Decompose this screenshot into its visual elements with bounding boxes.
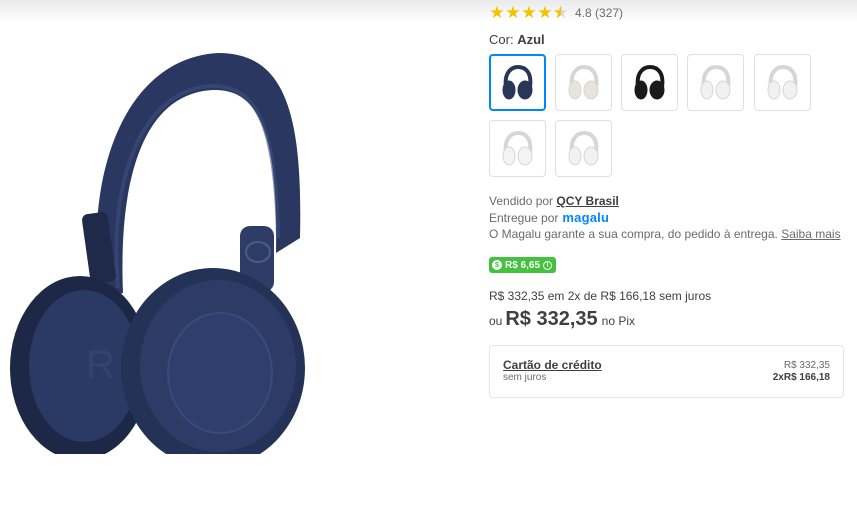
product-rating[interactable]: ★ ★ ★ ★ ★ ★ 4.8 (327): [489, 4, 623, 22]
headphone-thumbnail: [700, 64, 730, 99]
credit-card-title[interactable]: Cartão de crédito: [503, 358, 602, 372]
rating-stars: ★ ★ ★ ★ ★ ★: [489, 4, 569, 22]
headphone-thumbnail: [502, 130, 532, 165]
star-icon: ★: [505, 3, 521, 22]
headphone-thumbnail: [634, 64, 664, 99]
cashback-badge[interactable]: $ R$ 6,65 !: [489, 257, 557, 273]
color-swatch-6[interactable]: [489, 120, 546, 177]
headphone-thumbnail: [767, 64, 797, 99]
credit-card-total: R$ 332,35: [783, 360, 830, 371]
selected-color: Azul: [517, 32, 545, 47]
coin-icon: $: [492, 260, 502, 270]
rating-value: 4.8 (327): [575, 6, 624, 20]
star-half-icon: ★ ★: [553, 3, 569, 22]
guarantee-text: O Magalu garante a sua compra, do pedido…: [489, 227, 841, 241]
installments-text: R$ 332,35 em 2x de R$ 166,18 sem juros: [489, 289, 712, 303]
ear-cushion-mark: R: [86, 343, 115, 387]
color-swatch-7[interactable]: [555, 120, 612, 177]
info-icon: !: [543, 260, 553, 270]
magalu-logo: magalu: [562, 210, 610, 225]
top-fade: [0, 0, 857, 22]
credit-card-installment: 2xR$ 166,18: [772, 372, 830, 383]
seller-info: Vendido por QCY Brasil: [489, 194, 619, 208]
pix-price-line: ou R$ 332,35 no Pix: [489, 308, 636, 330]
learn-more-link[interactable]: Saiba mais: [781, 227, 840, 241]
pix-price: R$ 332,35: [505, 308, 598, 330]
color-swatch-3[interactable]: [621, 54, 678, 111]
star-icon: ★: [521, 3, 537, 22]
color-label: Cor: Azul: [489, 32, 545, 47]
delivery-info: Entregue por magalu: [489, 210, 610, 225]
product-main-image: R: [10, 53, 305, 454]
color-swatch-5[interactable]: [754, 54, 811, 111]
headphone-thumbnail: [568, 130, 598, 165]
credit-card-subtitle: sem juros: [503, 372, 547, 383]
star-icon: ★: [537, 3, 553, 22]
headphone-thumbnail: [568, 64, 598, 99]
seller-link[interactable]: QCY Brasil: [556, 194, 618, 208]
color-swatch-4[interactable]: [687, 54, 744, 111]
color-swatch-2[interactable]: [555, 54, 612, 111]
credit-card-option[interactable]: Cartão de crédito sem juros R$ 332,35 2x…: [489, 345, 844, 398]
color-swatch-1[interactable]: [489, 54, 546, 111]
star-icon: ★: [489, 3, 505, 22]
headphone-thumbnail: [502, 64, 532, 99]
